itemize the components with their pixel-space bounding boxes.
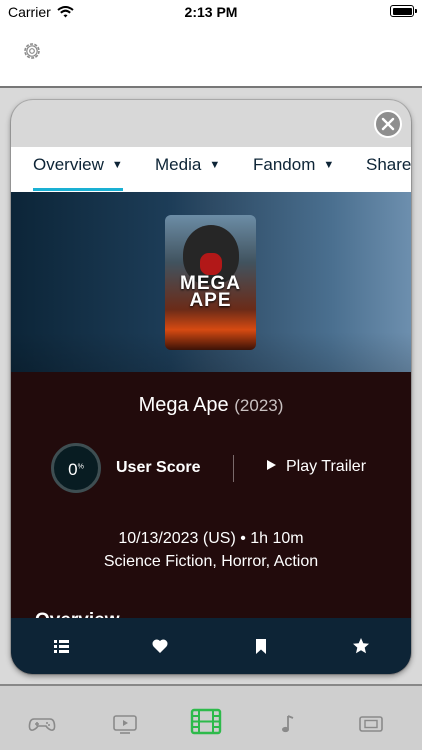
movie-title-line: Mega Ape (2023) <box>11 394 411 417</box>
tv-icon[interactable] <box>112 712 138 736</box>
tab-bar-top: Overview ▼ Media ▼ Fandom ▼ Share <box>11 147 411 192</box>
user-score-label: User Score <box>116 459 201 476</box>
movie-poster[interactable]: MEGA APE <box>165 215 256 350</box>
poster-mouth-graphic <box>200 253 222 275</box>
play-trailer-button[interactable]: Play Trailer <box>267 458 366 476</box>
close-icon <box>381 117 395 131</box>
user-score-ring: 0% <box>51 443 101 493</box>
poster-title-line: APE <box>189 290 232 311</box>
chevron-down-icon: ▼ <box>209 159 221 171</box>
score-unit: % <box>77 463 84 471</box>
score-number: 0 <box>68 460 78 479</box>
app-bar <box>0 24 422 88</box>
tab-overview[interactable]: Overview ▼ <box>33 155 123 175</box>
tab-share[interactable]: Share <box>366 155 411 175</box>
bookmark-icon[interactable] <box>251 636 271 656</box>
release-info: 10/13/2023 (US) • 1h 10m <box>118 530 304 547</box>
tab-media[interactable]: Media ▼ <box>155 155 220 175</box>
action-bar <box>11 618 411 674</box>
genres: Science Fiction, Horror, Action <box>103 553 319 570</box>
film-icon[interactable] <box>190 708 222 735</box>
ticket-icon[interactable] <box>358 712 384 736</box>
status-bar: Carrier 2:13 PM <box>0 0 422 24</box>
star-icon[interactable] <box>351 636 371 656</box>
play-icon <box>267 460 276 470</box>
movie-year: (2023) <box>234 396 284 415</box>
music-icon[interactable] <box>279 712 299 736</box>
poster-title: MEGA APE <box>165 274 256 311</box>
chevron-down-icon: ▼ <box>111 159 123 171</box>
divider <box>233 455 234 482</box>
movie-detail-card: Overview ▼ Media ▼ Fandom ▼ Share MEGA APE … <box>11 100 411 674</box>
clock: 2:13 PM <box>184 4 238 20</box>
list-icon[interactable] <box>51 636 71 656</box>
heart-icon[interactable] <box>150 636 170 656</box>
user-score-value: 0% <box>54 460 98 480</box>
battery-icon <box>390 5 417 17</box>
bottom-tab-bar <box>0 684 422 750</box>
chevron-down-icon: ▼ <box>323 159 335 171</box>
play-trailer-label: Play Trailer <box>286 458 367 475</box>
gear-icon[interactable] <box>22 41 42 61</box>
gamepad-icon[interactable] <box>28 712 56 736</box>
tab-media-label: Media <box>155 155 202 174</box>
tab-fandom[interactable]: Fandom ▼ <box>253 155 334 175</box>
active-tab-indicator <box>33 188 123 191</box>
tab-fandom-label: Fandom <box>253 155 316 174</box>
tab-share-label: Share <box>366 155 411 174</box>
movie-title: Mega Ape <box>138 394 229 416</box>
close-button[interactable] <box>374 110 402 138</box>
tab-overview-label: Overview <box>33 155 104 174</box>
